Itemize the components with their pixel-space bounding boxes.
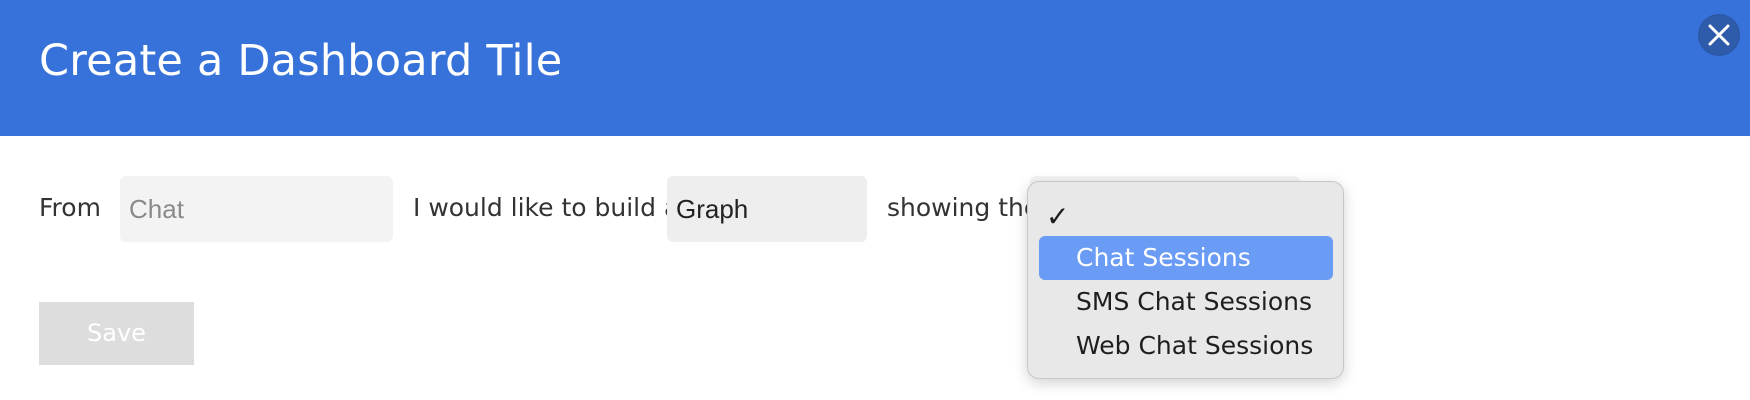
close-icon xyxy=(1708,24,1730,46)
close-button[interactable] xyxy=(1699,15,1739,55)
dropdown-option-sms-chat-sessions[interactable]: SMS Chat Sessions xyxy=(1039,280,1333,324)
from-label: From xyxy=(39,193,101,222)
save-button[interactable]: Save xyxy=(39,302,194,365)
dropdown-option-chat-sessions[interactable]: Chat Sessions xyxy=(1039,236,1333,280)
modal-title: Create a Dashboard Tile xyxy=(39,36,563,86)
tile-type-select[interactable]: Graph xyxy=(667,176,867,242)
build-label: I would like to build a xyxy=(413,193,680,222)
checkmark-icon: ✓ xyxy=(1046,200,1070,233)
metric-dropdown-menu: ✓ Chat Sessions SMS Chat Sessions Web Ch… xyxy=(1027,181,1344,379)
modal-header: Create a Dashboard Tile xyxy=(0,0,1750,136)
dropdown-option-web-chat-sessions[interactable]: Web Chat Sessions xyxy=(1039,324,1333,368)
source-select[interactable]: Chat xyxy=(120,176,393,242)
showing-label: showing the xyxy=(887,193,1040,222)
create-tile-modal: Create a Dashboard Tile From Chat I woul… xyxy=(0,0,1750,400)
